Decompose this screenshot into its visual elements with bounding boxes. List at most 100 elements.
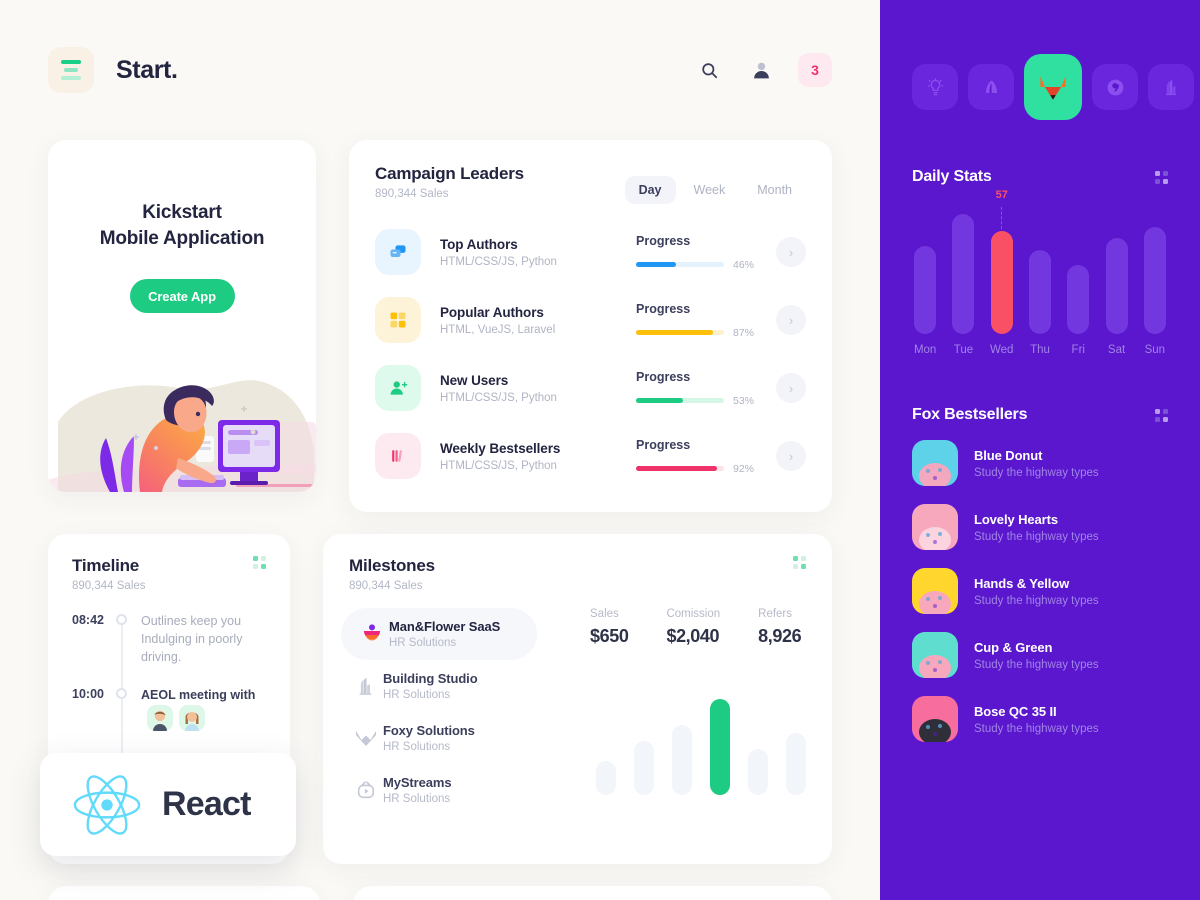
user-avatar-icon[interactable] xyxy=(746,55,776,85)
search-icon[interactable] xyxy=(694,55,724,85)
milestone-company-sub: HR Solutions xyxy=(383,689,451,701)
daily-bar-column xyxy=(1103,204,1129,334)
fox-bestseller-meta: Hands & Yellow Study the highway types xyxy=(974,576,1099,607)
milestones-header: Milestones 890,344 Sales xyxy=(349,556,806,592)
create-app-button[interactable]: Create App xyxy=(129,279,235,314)
daily-axis-label: Wed xyxy=(989,344,1014,356)
milestone-bar xyxy=(596,761,616,795)
milestone-stat-label: Comission xyxy=(666,608,721,620)
daily-axis-label: Fri xyxy=(1071,344,1085,356)
fox-bestseller-item[interactable]: Bose QC 35 II Study the highway types xyxy=(912,696,1168,742)
grid-dots-icon[interactable] xyxy=(793,556,806,569)
fox-bestseller-name: Lovely Hearts xyxy=(974,511,1058,527)
fox-bestseller-item[interactable]: Blue Donut Study the highway types xyxy=(912,440,1168,486)
fox-bestseller-item[interactable]: Lovely Hearts Study the highway types xyxy=(912,504,1168,550)
daily-bar xyxy=(990,231,1013,334)
milestones-stats: Sales $650 Comission $2,040 Refers 8,926 xyxy=(590,608,806,647)
grid-dots-icon[interactable] xyxy=(253,556,266,569)
bottom-cards-row xyxy=(0,864,880,900)
tab-day[interactable]: Day xyxy=(624,176,676,204)
progress-label: Progress xyxy=(636,437,691,452)
bottom-card-right xyxy=(353,886,832,900)
timeline-title: Timeline xyxy=(72,556,140,575)
react-badge[interactable]: React xyxy=(40,753,296,856)
dashboard-root: Start. 3 Kickstart Mobile Application Cr… xyxy=(0,0,1200,900)
progress-label: Progress xyxy=(636,369,691,384)
grid-squares-icon xyxy=(375,297,421,343)
hamburger-menu-icon[interactable] xyxy=(48,47,94,93)
milestones-stats-area: Sales $650 Comission $2,040 Refers 8,926 xyxy=(574,608,806,816)
timeline-content: AEOL meeting with xyxy=(141,686,266,731)
campaign-title: Campaign Leaders xyxy=(375,164,524,183)
fox-bestsellers-list: Blue Donut Study the highway types Lovely … xyxy=(912,440,1168,742)
chevron-right-icon[interactable]: › xyxy=(776,441,806,471)
grid-dots-icon[interactable] xyxy=(1155,170,1168,184)
fox-bestseller-item[interactable]: Hands & Yellow Study the highway types xyxy=(912,568,1168,614)
campaign-row-name: Weekly Bestsellers xyxy=(440,440,561,456)
fox-bestseller-item[interactable]: Cup & Green Study the highway types xyxy=(912,632,1168,678)
fox-bestsellers-title: Fox Bestsellers xyxy=(912,406,1028,423)
progress-track xyxy=(636,330,724,335)
campaign-row-stack: HTML/CSS/JS, Python xyxy=(440,391,557,404)
chevron-right-icon[interactable]: › xyxy=(776,237,806,267)
milestone-bar xyxy=(786,732,806,795)
hearts-photo xyxy=(912,504,958,550)
chevron-right-icon[interactable]: › xyxy=(776,305,806,335)
tab-month[interactable]: Month xyxy=(743,176,806,204)
notification-badge[interactable]: 3 xyxy=(798,53,832,87)
bottom-card-left xyxy=(48,886,320,900)
milestone-company-row[interactable]: Building Studio HR Solutions xyxy=(349,660,574,712)
daily-bar xyxy=(1105,237,1128,334)
main-content: Start. 3 Kickstart Mobile Application Cr… xyxy=(0,0,880,900)
timeline-item[interactable]: 10:00 AEOL meeting with xyxy=(72,686,266,731)
tab-week[interactable]: Week xyxy=(680,176,740,204)
timeline-dot xyxy=(116,614,127,625)
daily-bar-column xyxy=(950,204,976,334)
milestone-company-row[interactable]: MyStreams HR Solutions xyxy=(349,764,574,816)
fox-bestseller-name: Hands & Yellow xyxy=(974,575,1070,591)
chevron-right-icon[interactable]: › xyxy=(776,373,806,403)
daily-axis-label: Sun xyxy=(1144,344,1166,356)
daily-axis-labels: Mon Tue Wed Thu Fri Sat Sun xyxy=(912,344,1168,356)
campaign-row[interactable]: Top Authors HTML/CSS/JS, Python Progress 46… xyxy=(375,218,806,286)
gitlab-fox-icon[interactable] xyxy=(1024,54,1082,120)
daily-bar xyxy=(1067,264,1090,334)
progress-percent: 46% xyxy=(733,258,755,271)
progress-track xyxy=(636,466,724,471)
milestone-company-row[interactable]: Man&Flower SaaS HR Solutions xyxy=(341,608,537,660)
campaign-row[interactable]: New Users HTML/CSS/JS, Python Progress 53% › xyxy=(375,354,806,422)
milestone-company-meta: Man&Flower SaaS HR Solutions xyxy=(389,619,500,649)
campaign-row-stack: HTML/CSS/JS, Python xyxy=(440,459,557,472)
milestone-company-row[interactable]: Foxy Solutions HR Solutions xyxy=(349,712,574,764)
milestone-company-sub: HR Solutions xyxy=(389,637,457,649)
kickstart-title: Kickstart Mobile Application xyxy=(99,202,265,250)
fox-bestseller-name: Blue Donut xyxy=(974,447,1043,463)
top-actions: 3 xyxy=(694,53,832,87)
grid-dots-icon[interactable] xyxy=(1155,408,1168,422)
daily-bar-column xyxy=(1142,204,1168,334)
fox-bestsellers-header: Fox Bestsellers xyxy=(912,406,1168,424)
milestones-bar-chart xyxy=(590,675,806,795)
daily-stats-title: Daily Stats xyxy=(912,168,992,185)
nine-circle-icon[interactable] xyxy=(1092,64,1138,110)
milestone-stat: Refers 8,926 xyxy=(758,608,801,647)
lightbulb-icon[interactable] xyxy=(912,64,958,110)
daily-bar-value: 57 xyxy=(995,189,1008,202)
kickstart-card: Kickstart Mobile Application Create App xyxy=(48,140,316,492)
campaign-row-meta: Popular Authors HTML, VueJS, Laravel xyxy=(440,305,636,336)
milestones-card: Milestones 890,344 Sales Man&Flower SaaS… xyxy=(323,534,832,864)
milestone-company-name: Man&Flower SaaS xyxy=(389,619,501,634)
campaign-row[interactable]: Weekly Bestsellers HTML/CSS/JS, Python Pro… xyxy=(375,422,806,490)
timeline-item[interactable]: 08:42 Outlines keep you Indulging in poor… xyxy=(72,612,266,666)
tower-building-icon[interactable] xyxy=(1148,64,1194,110)
milestone-stat-value: $2,040 xyxy=(666,626,720,646)
milestone-company-sub: HR Solutions xyxy=(383,793,451,805)
arch-logo-icon[interactable] xyxy=(968,64,1014,110)
campaign-row-progress: Progress 53% xyxy=(636,370,776,407)
progress-label: Progress xyxy=(636,233,691,248)
daily-bar-column xyxy=(1027,204,1053,334)
timeline-subtitle: 890,344 Sales xyxy=(72,580,146,592)
campaign-subtitle: 890,344 Sales xyxy=(375,188,449,200)
campaign-row[interactable]: Popular Authors HTML, VueJS, Laravel Progr… xyxy=(375,286,806,354)
campaign-rows: Top Authors HTML/CSS/JS, Python Progress 46… xyxy=(375,218,806,490)
